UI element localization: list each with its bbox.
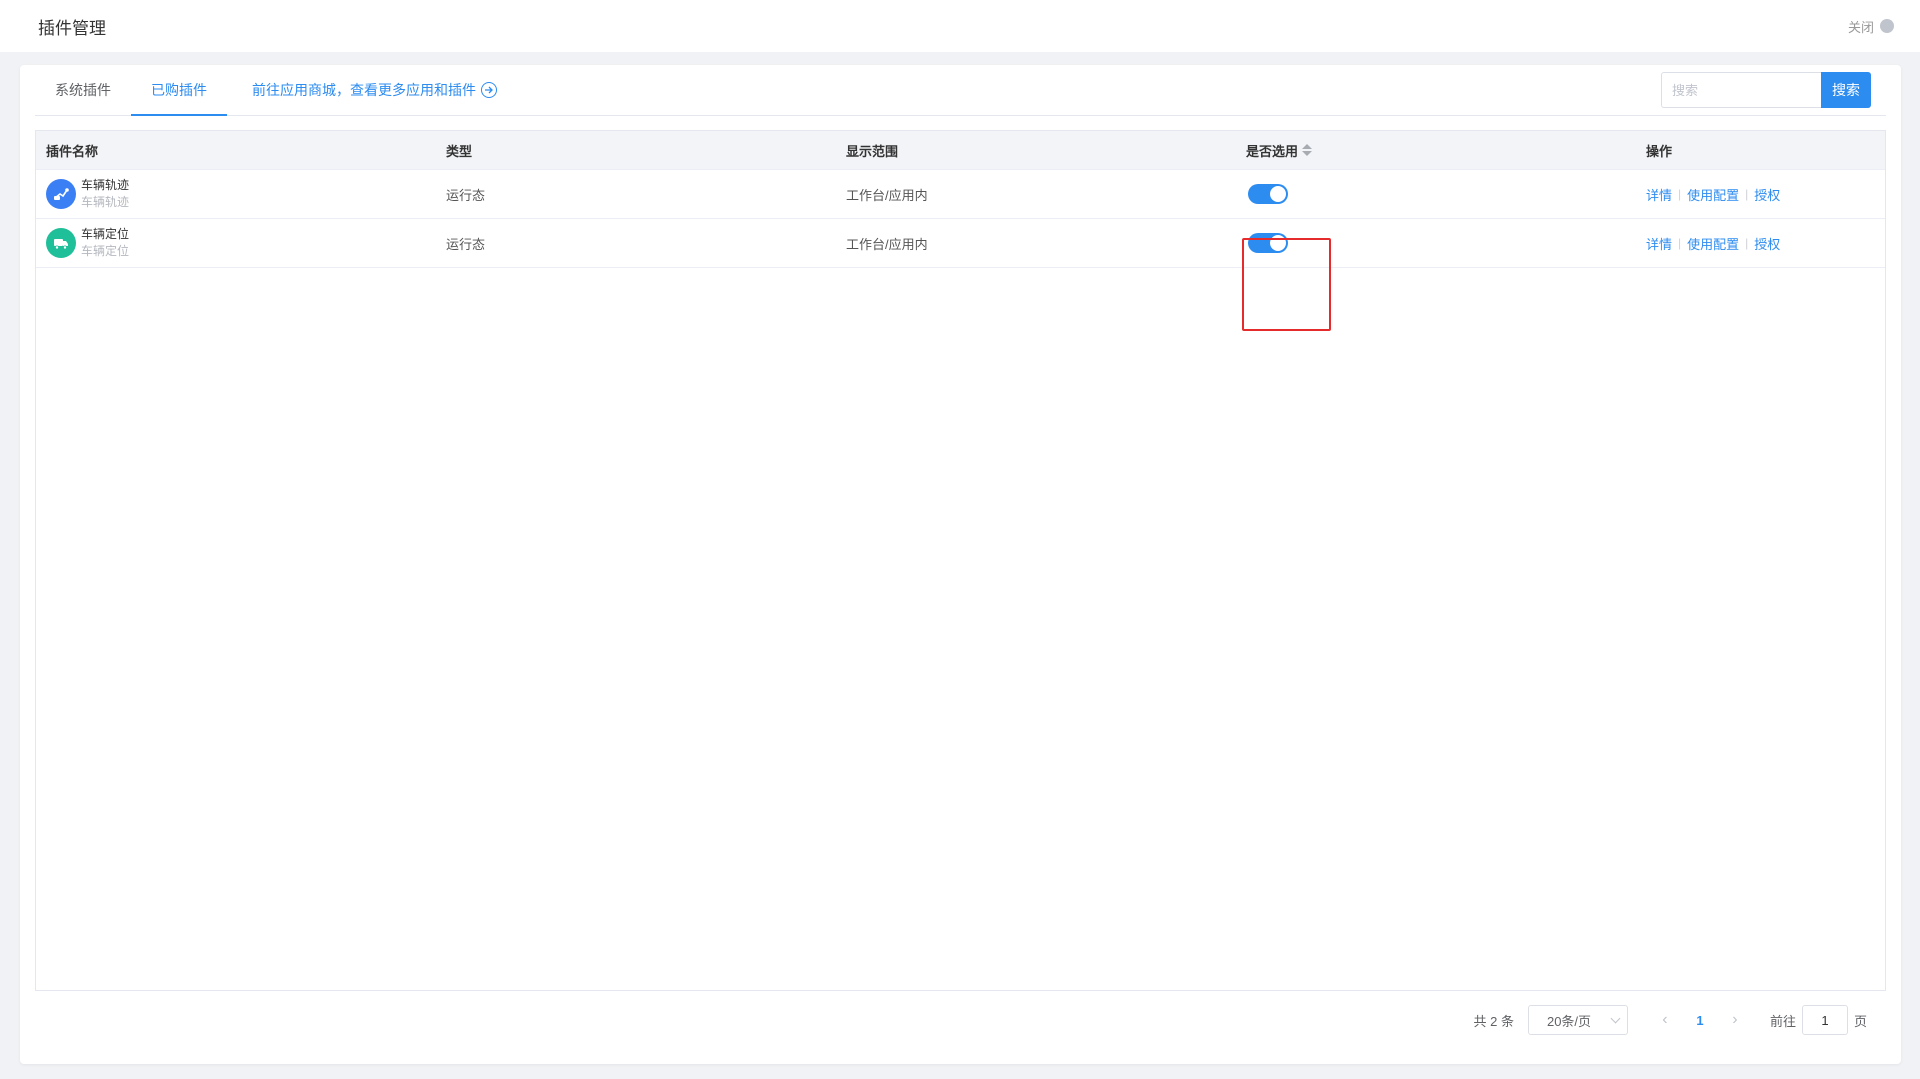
close-icon bbox=[1880, 19, 1894, 33]
goto-label: 前往 bbox=[1769, 1013, 1796, 1029]
route-icon bbox=[46, 179, 76, 209]
app-store-link-label: 前往应用商城，查看更多应用和插件 bbox=[252, 82, 476, 98]
usage-config-link[interactable]: 使用配置 bbox=[1687, 185, 1739, 204]
search-button[interactable]: 搜索 bbox=[1821, 72, 1871, 108]
page-title: 插件管理 bbox=[38, 18, 106, 38]
plugin-name-cell: 车辆定位 车辆定位 bbox=[36, 219, 436, 267]
chevron-down-icon bbox=[1610, 1013, 1621, 1023]
divider: | bbox=[1745, 236, 1749, 250]
main-card: 系统插件 已购插件 前往应用商城，查看更多应用和插件 搜索 插件名称 类型 显示… bbox=[20, 65, 1901, 1064]
page-size-value: 20条/页 bbox=[1546, 1013, 1592, 1029]
plugin-table: 插件名称 类型 显示范围 是否选用 操作 车辆轨迹 车辆轨迹 运行态 工作台/应… bbox=[35, 130, 1886, 991]
plugin-type: 运行态 bbox=[446, 236, 486, 252]
details-link[interactable]: 详情 bbox=[1646, 234, 1672, 253]
table-header: 插件名称 类型 显示范围 是否选用 操作 bbox=[36, 131, 1885, 170]
actions-cell: 详情 | 使用配置 | 授权 bbox=[1636, 219, 1887, 267]
truck-icon bbox=[46, 228, 76, 258]
divider: | bbox=[1678, 236, 1682, 250]
prev-page-button[interactable]: ‹ bbox=[1650, 1011, 1680, 1029]
sort-icon[interactable] bbox=[1302, 144, 1313, 156]
tab-bar: 系统插件 已购插件 前往应用商城，查看更多应用和插件 搜索 bbox=[35, 65, 1886, 116]
column-header-scope: 显示范围 bbox=[846, 143, 899, 159]
plugin-name: 车辆定位 bbox=[81, 227, 130, 241]
authorize-link[interactable]: 授权 bbox=[1754, 185, 1780, 204]
plugin-subname: 车辆轨迹 bbox=[81, 195, 130, 209]
search-group: 搜索 bbox=[1661, 72, 1871, 108]
column-header-enabled-label: 是否选用 bbox=[1246, 143, 1299, 159]
enabled-cell bbox=[1236, 219, 1636, 267]
details-link[interactable]: 详情 bbox=[1646, 185, 1672, 204]
total-count: 共 2 条 bbox=[1473, 1013, 1514, 1029]
page-number-current[interactable]: 1 bbox=[1680, 1013, 1720, 1028]
plugin-subname: 车辆定位 bbox=[81, 244, 130, 258]
goto-page-input[interactable] bbox=[1801, 1005, 1848, 1035]
plugin-type: 运行态 bbox=[446, 187, 486, 203]
plugin-name: 车辆轨迹 bbox=[81, 178, 130, 192]
tab-purchased-plugins[interactable]: 已购插件 bbox=[131, 65, 227, 116]
search-input[interactable] bbox=[1661, 72, 1821, 108]
column-header-actions: 操作 bbox=[1646, 143, 1673, 159]
enabled-cell bbox=[1236, 170, 1636, 218]
arrow-right-circle-icon bbox=[481, 82, 497, 98]
usage-config-link[interactable]: 使用配置 bbox=[1687, 234, 1739, 253]
app-store-link[interactable]: 前往应用商城，查看更多应用和插件 bbox=[227, 65, 517, 115]
close-button[interactable]: 关闭 bbox=[1848, 17, 1894, 36]
column-header-enabled[interactable]: 是否选用 bbox=[1236, 131, 1636, 169]
top-bar: 插件管理 关闭 bbox=[0, 0, 1920, 52]
table-row: 车辆轨迹 车辆轨迹 运行态 工作台/应用内 详情 | 使用配置 | 授权 bbox=[36, 170, 1885, 219]
next-page-button[interactable]: › bbox=[1720, 1011, 1750, 1029]
tab-label: 系统插件 bbox=[55, 82, 111, 98]
pagination: 共 2 条 20条/页 ‹ 1 › 前往 页 bbox=[1473, 1005, 1867, 1035]
tab-label: 已购插件 bbox=[151, 82, 207, 98]
plugin-scope: 工作台/应用内 bbox=[846, 187, 928, 203]
enabled-toggle[interactable] bbox=[1248, 233, 1288, 253]
table-row: 车辆定位 车辆定位 运行态 工作台/应用内 详情 | 使用配置 | 授权 bbox=[36, 219, 1885, 268]
plugin-name-cell: 车辆轨迹 车辆轨迹 bbox=[36, 170, 436, 218]
column-header-name: 插件名称 bbox=[46, 143, 99, 159]
column-header-type: 类型 bbox=[446, 143, 473, 159]
tab-system-plugins[interactable]: 系统插件 bbox=[35, 65, 131, 115]
divider: | bbox=[1678, 187, 1682, 201]
page-size-select[interactable]: 20条/页 bbox=[1527, 1005, 1628, 1035]
authorize-link[interactable]: 授权 bbox=[1754, 234, 1780, 253]
divider: | bbox=[1745, 187, 1749, 201]
actions-cell: 详情 | 使用配置 | 授权 bbox=[1636, 170, 1887, 218]
close-label: 关闭 bbox=[1847, 19, 1874, 35]
page-unit-label: 页 bbox=[1853, 1013, 1867, 1029]
goto-page: 前往 页 bbox=[1770, 1005, 1867, 1035]
plugin-scope: 工作台/应用内 bbox=[846, 236, 928, 252]
enabled-toggle[interactable] bbox=[1248, 184, 1288, 204]
